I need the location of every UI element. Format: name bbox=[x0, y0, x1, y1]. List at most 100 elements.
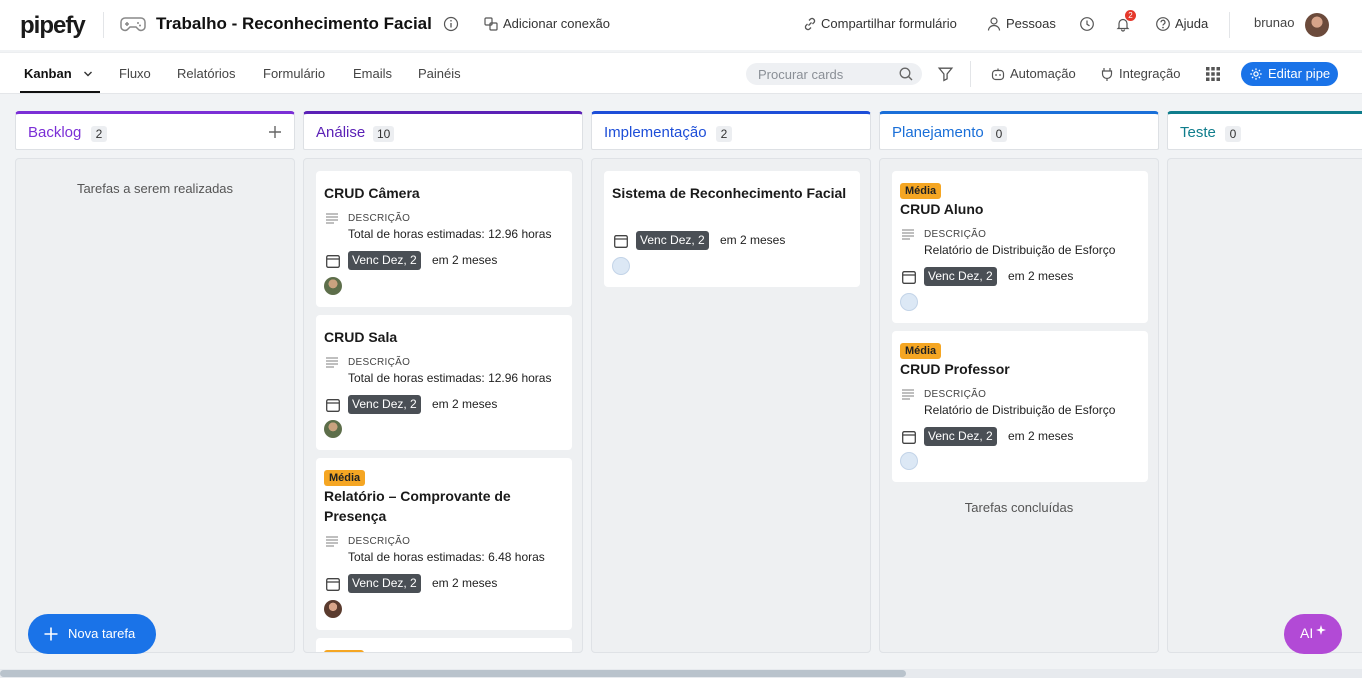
people-icon[interactable] bbox=[986, 16, 1002, 32]
phase-footer-text: Tarefas concluídas bbox=[964, 500, 1074, 515]
description-lines-icon bbox=[902, 389, 914, 400]
priority-badge-partial bbox=[324, 650, 364, 652]
gamepad-icon bbox=[120, 17, 146, 32]
top-bar: pipefy Trabalho - Reconhecimento Facial … bbox=[0, 0, 1362, 50]
ai-assistant-button[interactable]: AI bbox=[1284, 614, 1342, 654]
add-card-plus-icon[interactable] bbox=[268, 125, 282, 139]
card-title: CRUD Aluno bbox=[900, 201, 984, 217]
field-value: Total de horas estimadas: 12.96 horas bbox=[348, 371, 552, 385]
pipe-title: Trabalho - Reconhecimento Facial bbox=[156, 14, 432, 33]
automation-link[interactable]: Automação bbox=[1010, 66, 1076, 81]
filter-icon[interactable] bbox=[937, 65, 954, 82]
tab-paineis[interactable]: Painéis bbox=[418, 66, 461, 81]
priority-badge: Média bbox=[900, 183, 942, 199]
add-connection-link[interactable]: Adicionar conexão bbox=[503, 16, 610, 31]
pipefy-logo[interactable]: pipefy bbox=[20, 12, 86, 40]
card-title: CRUD Professor bbox=[900, 361, 1010, 377]
card-title: CRUD Sala bbox=[324, 329, 398, 345]
history-clock-icon[interactable] bbox=[1079, 16, 1095, 32]
card-crud-sala[interactable]: CRUD Sala DESCRIÇÃO Total de horas estim… bbox=[316, 315, 572, 450]
assignee-avatar[interactable] bbox=[324, 420, 342, 438]
phase-name: Backlog bbox=[28, 124, 82, 141]
user-avatar[interactable] bbox=[1305, 13, 1329, 37]
field-label: DESCRIÇÃO bbox=[924, 229, 987, 240]
calendar-icon bbox=[902, 271, 916, 284]
due-date-chip: Venc Dez, 2 bbox=[348, 395, 421, 414]
chevron-down-icon[interactable] bbox=[83, 69, 93, 79]
edit-pipe-button[interactable]: Editar pipe bbox=[1241, 62, 1338, 86]
notification-badge: 2 bbox=[1125, 10, 1136, 21]
integration-link[interactable]: Integração bbox=[1119, 66, 1180, 81]
plus-icon bbox=[44, 627, 58, 641]
assignee-avatar[interactable] bbox=[324, 600, 342, 618]
description-lines-icon bbox=[326, 213, 338, 224]
new-task-label: Nova tarefa bbox=[68, 626, 136, 641]
calendar-icon bbox=[614, 235, 628, 248]
plug-icon[interactable] bbox=[1099, 66, 1115, 82]
calendar-icon bbox=[326, 578, 340, 591]
horizontal-scrollbar-thumb[interactable] bbox=[0, 670, 906, 677]
divider bbox=[970, 61, 971, 87]
phase-name: Implementação bbox=[604, 124, 707, 141]
bot-avatar[interactable] bbox=[900, 452, 918, 470]
tab-fluxo[interactable]: Fluxo bbox=[119, 66, 151, 81]
phase-header-analise[interactable]: Análise 10 bbox=[303, 111, 583, 150]
due-date-chip: Venc Dez, 2 bbox=[348, 251, 421, 270]
phase-name: Teste bbox=[1180, 124, 1216, 141]
bot-avatar[interactable] bbox=[612, 257, 630, 275]
due-relative: em 2 meses bbox=[432, 253, 498, 267]
tab-emails[interactable]: Emails bbox=[353, 66, 392, 81]
description-lines-icon bbox=[326, 357, 338, 368]
new-task-button[interactable]: Nova tarefa bbox=[28, 614, 156, 654]
due-date-chip: Venc Dez, 2 bbox=[636, 231, 709, 250]
edit-pipe-label: Editar pipe bbox=[1268, 66, 1331, 81]
phase-header-backlog[interactable]: Backlog 2 bbox=[15, 111, 295, 150]
sparkle-icon bbox=[1316, 625, 1326, 635]
search-cards-input[interactable]: Procurar cards bbox=[746, 63, 922, 85]
calendar-icon bbox=[902, 431, 916, 444]
active-tab-indicator bbox=[20, 91, 100, 93]
phase-header-implementacao[interactable]: Implementação 2 bbox=[591, 111, 871, 150]
ai-label: AI bbox=[1300, 625, 1314, 641]
bot-avatar[interactable] bbox=[900, 293, 918, 311]
field-label: DESCRIÇÃO bbox=[924, 389, 987, 400]
divider bbox=[103, 12, 104, 38]
assignee-avatar[interactable] bbox=[324, 277, 342, 295]
gear-icon bbox=[1250, 68, 1262, 80]
phase-header-planejamento[interactable]: Planejamento 0 bbox=[879, 111, 1159, 150]
phase-column-teste bbox=[1167, 158, 1362, 653]
username[interactable]: brunao bbox=[1254, 15, 1294, 30]
description-lines-icon bbox=[326, 536, 338, 547]
apps-grid-icon[interactable] bbox=[1205, 66, 1221, 82]
phase-column-backlog: Tarefas a serem realizadas bbox=[15, 158, 295, 653]
card-crud-camera[interactable]: CRUD Câmera DESCRIÇÃO Total de horas est… bbox=[316, 171, 572, 307]
robot-icon[interactable] bbox=[990, 66, 1006, 82]
due-relative: em 2 meses bbox=[432, 576, 498, 590]
info-icon[interactable] bbox=[443, 16, 459, 32]
due-date-chip: Venc Dez, 2 bbox=[348, 574, 421, 593]
phase-header-teste[interactable]: Teste 0 bbox=[1167, 111, 1362, 150]
tab-formulario[interactable]: Formulário bbox=[263, 66, 325, 81]
connection-icon[interactable] bbox=[483, 16, 499, 32]
card-relatorio-presenca[interactable]: Média Relatório – Comprovante de Presenç… bbox=[316, 458, 572, 630]
help-link[interactable]: Ajuda bbox=[1175, 16, 1208, 31]
view-nav-bar: Kanban Fluxo Relatórios Formulário Email… bbox=[0, 52, 1362, 94]
tab-relatorios[interactable]: Relatórios bbox=[177, 66, 236, 81]
card-sistema-reconhecimento[interactable]: Sistema de Reconhecimento Facial Venc De… bbox=[604, 171, 860, 287]
priority-badge: Média bbox=[900, 343, 942, 359]
search-icon[interactable] bbox=[898, 66, 914, 82]
calendar-icon bbox=[326, 399, 340, 412]
share-form-link[interactable]: Compartilhar formulário bbox=[821, 16, 957, 31]
priority-badge: Média bbox=[324, 470, 366, 486]
card-crud-professor[interactable]: Média CRUD Professor DESCRIÇÃO Relatório… bbox=[892, 331, 1148, 482]
field-value: Total de horas estimadas: 6.48 horas bbox=[348, 550, 545, 564]
link-icon[interactable] bbox=[802, 16, 818, 32]
people-link[interactable]: Pessoas bbox=[1006, 16, 1056, 31]
tab-kanban[interactable]: Kanban bbox=[24, 66, 72, 81]
card-partial[interactable] bbox=[316, 638, 572, 652]
due-relative: em 2 meses bbox=[1008, 429, 1074, 443]
card-crud-aluno[interactable]: Média CRUD Aluno DESCRIÇÃO Relatório de … bbox=[892, 171, 1148, 323]
help-icon[interactable] bbox=[1155, 16, 1171, 32]
phase-name: Planejamento bbox=[892, 124, 984, 141]
field-value: Relatório de Distribuição de Esforço bbox=[924, 243, 1116, 257]
